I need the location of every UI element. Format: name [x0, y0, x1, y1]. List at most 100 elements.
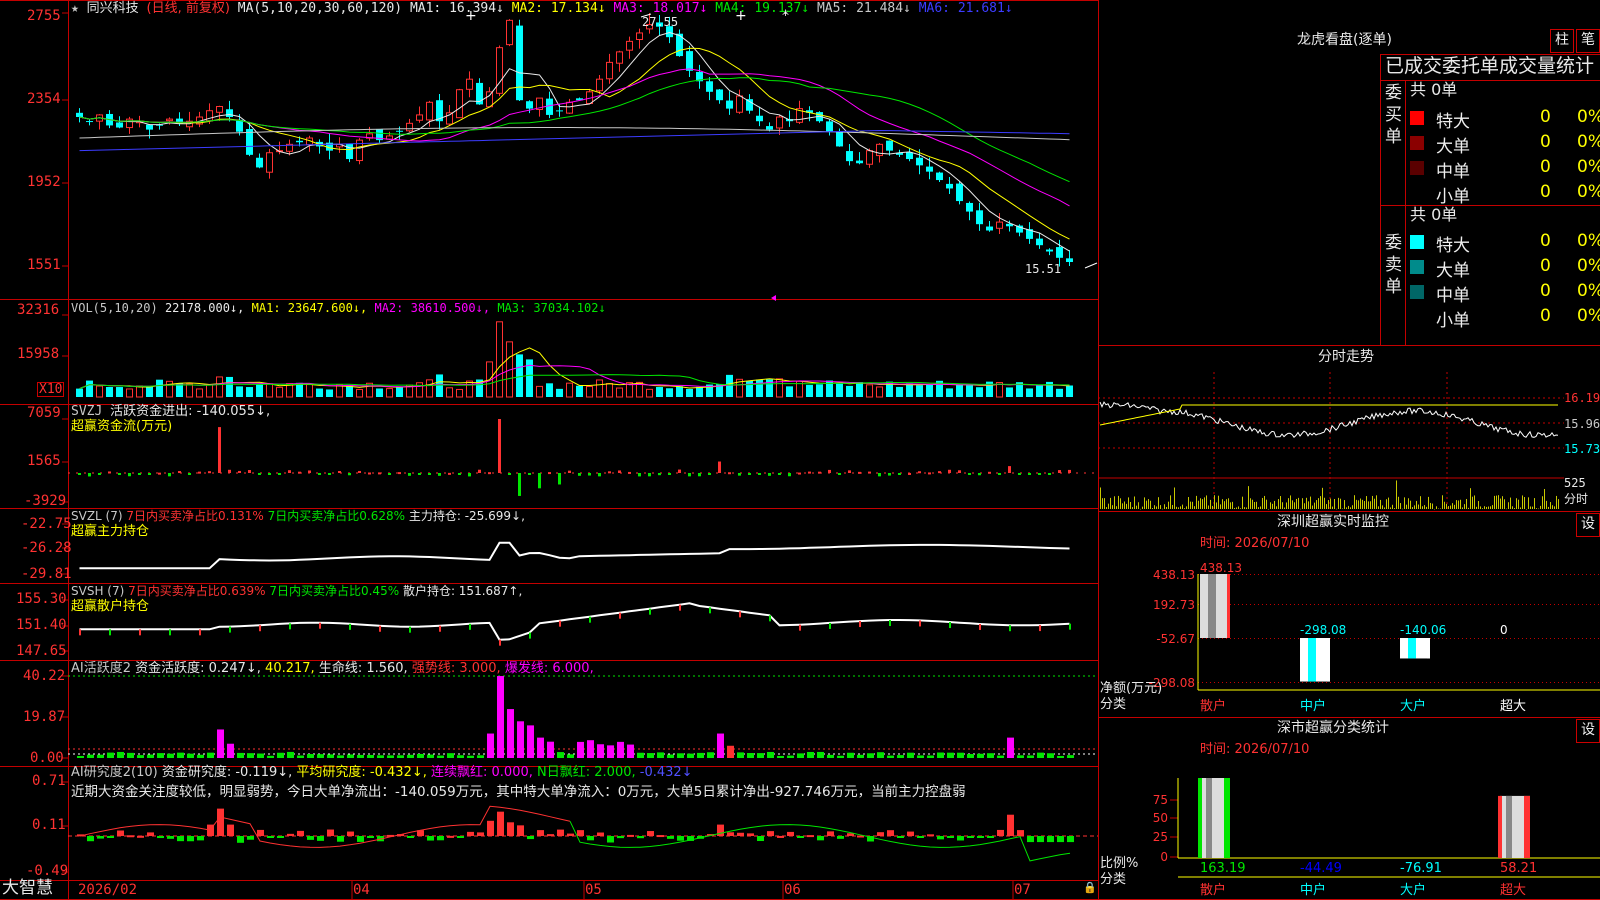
intraday-volume-bar — [1390, 507, 1391, 509]
activity-bar — [77, 755, 84, 758]
intraday-volume-bar — [1454, 504, 1455, 509]
intraday-volume-bar — [1388, 497, 1389, 509]
activity-bar — [677, 753, 684, 758]
fund-inflow-bar — [358, 470, 361, 473]
research-bar — [917, 836, 924, 838]
candle-up — [506, 19, 513, 46]
activity-bar — [407, 754, 414, 758]
research-bar — [437, 836, 444, 841]
class-value-label: -44.49 — [1300, 861, 1342, 876]
stroke-view-button[interactable]: 笔 — [1576, 29, 1600, 53]
activity-bar — [87, 754, 94, 758]
intraday-volume-bar — [1408, 498, 1409, 509]
fund-outflow-bar — [468, 473, 471, 477]
candle-down — [686, 51, 693, 71]
activity-bar — [837, 755, 844, 758]
intraday-volume-bar — [1238, 506, 1239, 509]
volume-bar-down — [576, 385, 583, 397]
sz-monitor-settings-button[interactable]: 设 — [1576, 513, 1600, 537]
volume-bar-up — [876, 386, 883, 398]
intraday-vol-label: 525 — [1564, 476, 1586, 490]
volume-bar-down — [1056, 388, 1063, 397]
volume-bar-up — [216, 376, 223, 398]
monitor-y-tick: -52.67 — [1156, 632, 1195, 646]
intraday-volume-bar — [1498, 495, 1499, 509]
volume-bar-down — [146, 386, 153, 397]
activity-bar — [517, 721, 524, 758]
volume-bar-down — [396, 386, 403, 397]
buy-row-pct: 0% — [1577, 107, 1600, 127]
volume-bar-up — [186, 383, 193, 398]
y-tick: 155.30 — [16, 591, 67, 607]
fund-outflow-bar — [558, 473, 561, 485]
monitor-bar-edge — [1227, 574, 1230, 638]
fund-inflow-bar — [288, 470, 291, 473]
class-bar-shade — [1506, 795, 1512, 858]
stock-name[interactable]: 同兴科技 — [87, 1, 139, 16]
activity-bar — [397, 755, 404, 758]
fund-inflow-bar — [448, 472, 451, 475]
candle-down — [906, 152, 913, 160]
fund-outflow-bar — [268, 473, 271, 475]
vol-value: 22178.000↓, — [164, 301, 245, 315]
candle-down — [1056, 247, 1063, 258]
intraday-volume-bar — [1108, 503, 1109, 509]
intraday-volume-bar — [1222, 499, 1223, 509]
main-chart-header: ★ 同兴科技 (日线, 前复权) MA(5,10,20,30,60,120) M… — [71, 2, 1013, 15]
period-label[interactable]: (日线, 前复权) — [147, 1, 230, 16]
research-bar — [637, 836, 644, 839]
volume-bar-down — [916, 385, 923, 397]
volume-bar-up — [196, 388, 203, 398]
class-value-label: -76.91 — [1400, 861, 1442, 876]
research-bar — [107, 836, 114, 838]
activity-bar — [277, 752, 284, 758]
intraday-volume-bar — [1162, 508, 1163, 510]
activity-bar — [1067, 755, 1074, 758]
candle-down — [1036, 238, 1043, 246]
brand-logo[interactable]: 大智慧 — [2, 880, 53, 897]
intraday-volume-bar — [1460, 499, 1461, 509]
intraday-volume-bar — [1366, 496, 1367, 509]
class-bar-edge — [1224, 778, 1230, 858]
activity-bar — [297, 755, 304, 758]
research-bar — [177, 836, 184, 842]
activity-bar — [707, 752, 714, 758]
vol-unit-badge[interactable]: X10 — [37, 382, 65, 397]
activity-bar — [687, 753, 694, 758]
research-bar — [477, 832, 484, 836]
research-bar — [197, 836, 204, 841]
retail-tick — [289, 623, 291, 630]
ai-research-t1: 资金研究度: -0.119↓, — [161, 765, 293, 780]
volume-bar-up — [646, 388, 653, 398]
column-view-button[interactable]: 柱 — [1550, 29, 1574, 53]
fund-outflow-bar — [648, 473, 651, 477]
y-tick: 7059 — [27, 405, 61, 421]
candle-down — [836, 131, 843, 147]
sz-class-settings-button[interactable]: 设 — [1576, 719, 1600, 743]
sell-orders-label: 委卖单 — [1385, 233, 1402, 297]
intraday-volume-bar — [1348, 505, 1349, 509]
research-bar — [747, 833, 754, 836]
research-bar — [87, 836, 94, 842]
activity-bar — [187, 753, 194, 758]
retail-tick — [109, 629, 111, 636]
ma-params: MA(5,10,20,30,60,120) — [237, 1, 403, 16]
research-bar — [407, 836, 414, 838]
monitor-bar-edge — [1427, 638, 1430, 659]
intraday-volume-bar — [1250, 498, 1251, 509]
intraday-volume-bar — [1476, 506, 1477, 509]
intraday-volume-bar — [1102, 498, 1103, 509]
intraday-volume-bar — [1402, 508, 1403, 510]
intraday-volume-bar — [1114, 496, 1115, 509]
intraday-volume-bar — [1208, 505, 1209, 509]
lock-icon[interactable]: 🔒 — [1083, 882, 1097, 893]
retail-tick — [259, 625, 261, 632]
retail-tick — [229, 626, 231, 633]
intraday-volume-bar — [1200, 498, 1201, 509]
y-tick: 2354 — [27, 91, 61, 107]
monitor-category-label: 大户 — [1400, 698, 1426, 714]
buy-orders-label: 委买单 — [1385, 83, 1402, 147]
intraday-volume-bar — [1142, 506, 1143, 509]
retail-tick — [79, 629, 81, 636]
candle-up — [636, 32, 643, 40]
